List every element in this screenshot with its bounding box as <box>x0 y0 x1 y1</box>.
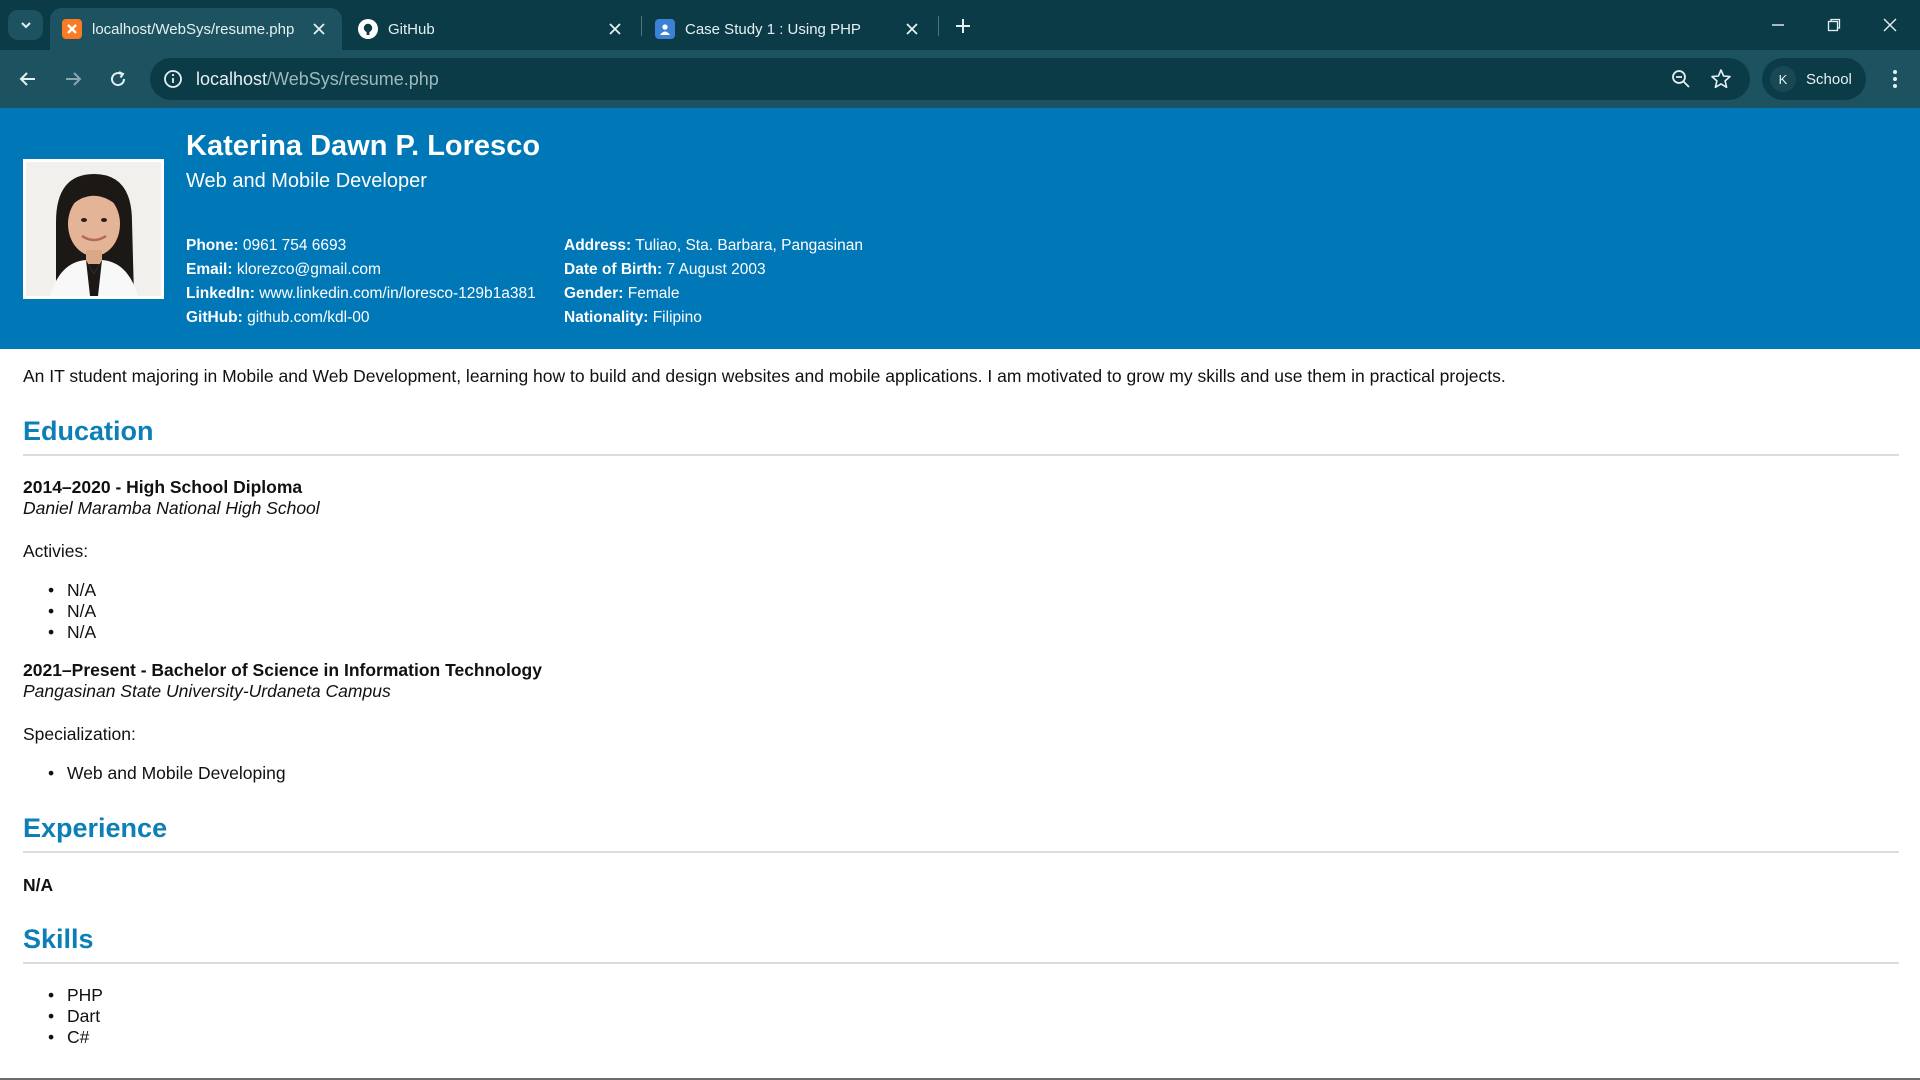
experience-text: N/A <box>23 875 54 895</box>
phone-row: Phone: 0961 754 6693 <box>186 237 347 254</box>
info-icon[interactable] <box>162 68 184 90</box>
tab-title: Case Study 1 : Using PHP <box>685 20 861 38</box>
birthdate-row: Date of Birth: 7 August 2003 <box>564 261 766 278</box>
plus-icon <box>956 19 970 33</box>
profile-photo <box>23 159 164 299</box>
list-item: N/A <box>48 580 96 601</box>
education-entry-school: Daniel Maramba National High School <box>23 498 320 518</box>
section-divider <box>23 851 1899 853</box>
close-icon[interactable] <box>604 18 626 40</box>
reload-button[interactable] <box>103 64 133 94</box>
github-row: GitHub: github.com/kdl-00 <box>186 309 370 326</box>
close-icon[interactable] <box>901 18 923 40</box>
close-window-button[interactable] <box>1870 10 1910 40</box>
education-list-label: Specialization: <box>23 724 136 744</box>
tab-title: GitHub <box>388 20 435 38</box>
new-tab-button[interactable] <box>950 13 976 39</box>
section-divider <box>23 962 1899 964</box>
kebab-menu-icon <box>1893 70 1897 88</box>
skills-list: PHP Dart C# <box>48 985 103 1048</box>
resume-summary: An IT student majoring in Mobile and Web… <box>23 366 1506 386</box>
tab-separator <box>938 16 939 36</box>
url-host: localhost <box>196 69 268 89</box>
activities-list: N/A N/A N/A <box>48 580 96 643</box>
linkedin-row: LinkedIn: www.linkedin.com/in/loresco-12… <box>186 285 536 302</box>
list-item: N/A <box>48 622 96 643</box>
browser-tab-bar: localhost/WebSys/resume.php GitHub Case … <box>0 0 1920 50</box>
portrait-image <box>26 162 161 296</box>
tab-resume[interactable]: localhost/WebSys/resume.php <box>50 8 342 50</box>
education-entry-title: 2014–2020 - High School Diploma <box>23 477 303 497</box>
avatar: K <box>1770 66 1796 92</box>
email-row: Email: klorezco@gmail.com <box>186 261 381 278</box>
arrow-right-icon <box>66 72 82 86</box>
list-item: Dart <box>48 1006 103 1027</box>
close-icon <box>1883 18 1897 32</box>
minimize-icon <box>1772 24 1784 26</box>
forward-button[interactable] <box>58 64 88 94</box>
back-button[interactable] <box>13 64 43 94</box>
resume-header: Katerina Dawn P. Loresco Web and Mobile … <box>0 108 1920 349</box>
experience-heading: Experience <box>23 813 168 843</box>
tab-separator <box>641 16 642 36</box>
list-item: C# <box>48 1027 103 1048</box>
contact-right: Address: Tuliao, Sta. Barbara, Pangasina… <box>564 234 863 330</box>
education-list-label: Activies: <box>23 541 89 561</box>
url-text[interactable]: localhost/WebSys/resume.php <box>196 69 439 90</box>
resume-title: Web and Mobile Developer <box>186 170 427 192</box>
arrow-left-icon <box>19 72 35 86</box>
gender-row: Gender: Female <box>564 285 680 302</box>
section-divider <box>23 454 1899 456</box>
contact-left: Phone: 0961 754 6693 Email: klorezco@gma… <box>186 234 536 330</box>
list-item: N/A <box>48 601 96 622</box>
url-path: /WebSys/resume.php <box>267 69 439 89</box>
profile-button[interactable]: K School <box>1762 58 1866 100</box>
browser-toolbar: localhost/WebSys/resume.php K School <box>0 50 1920 108</box>
restore-icon <box>1827 18 1841 32</box>
chevron-down-icon <box>20 22 31 29</box>
tab-search-button[interactable] <box>8 10 43 40</box>
restore-button[interactable] <box>1814 10 1854 40</box>
close-icon[interactable] <box>308 18 330 40</box>
classroom-icon <box>655 19 675 39</box>
address-row: Address: Tuliao, Sta. Barbara, Pangasina… <box>564 237 863 254</box>
education-entry-title: 2021–Present - Bachelor of Science in In… <box>23 660 542 680</box>
browser-menu-button[interactable] <box>1880 64 1910 94</box>
education-entry-school: Pangasinan State University-Urdaneta Cam… <box>23 681 391 701</box>
list-item: Web and Mobile Developing <box>48 763 286 784</box>
xampp-icon <box>62 19 82 39</box>
tab-title: localhost/WebSys/resume.php <box>92 20 295 38</box>
tab-github[interactable]: GitHub <box>346 8 638 50</box>
github-icon <box>358 19 378 39</box>
bookmark-star-icon[interactable] <box>1710 68 1732 90</box>
profile-name: School <box>1806 70 1852 88</box>
tab-case-study[interactable]: Case Study 1 : Using PHP <box>643 8 935 50</box>
nationality-row: Nationality: Filipino <box>564 309 702 326</box>
address-bar[interactable]: localhost/WebSys/resume.php <box>150 58 1750 100</box>
reload-icon <box>111 71 126 87</box>
specialization-list: Web and Mobile Developing <box>48 763 286 784</box>
resume-name: Katerina Dawn P. Loresco <box>186 130 541 162</box>
page-content: Katerina Dawn P. Loresco Web and Mobile … <box>0 108 1920 1080</box>
education-heading: Education <box>23 416 154 446</box>
list-item: PHP <box>48 985 103 1006</box>
minimize-button[interactable] <box>1758 10 1798 40</box>
skills-heading: Skills <box>23 924 94 954</box>
zoom-icon[interactable] <box>1670 68 1692 90</box>
